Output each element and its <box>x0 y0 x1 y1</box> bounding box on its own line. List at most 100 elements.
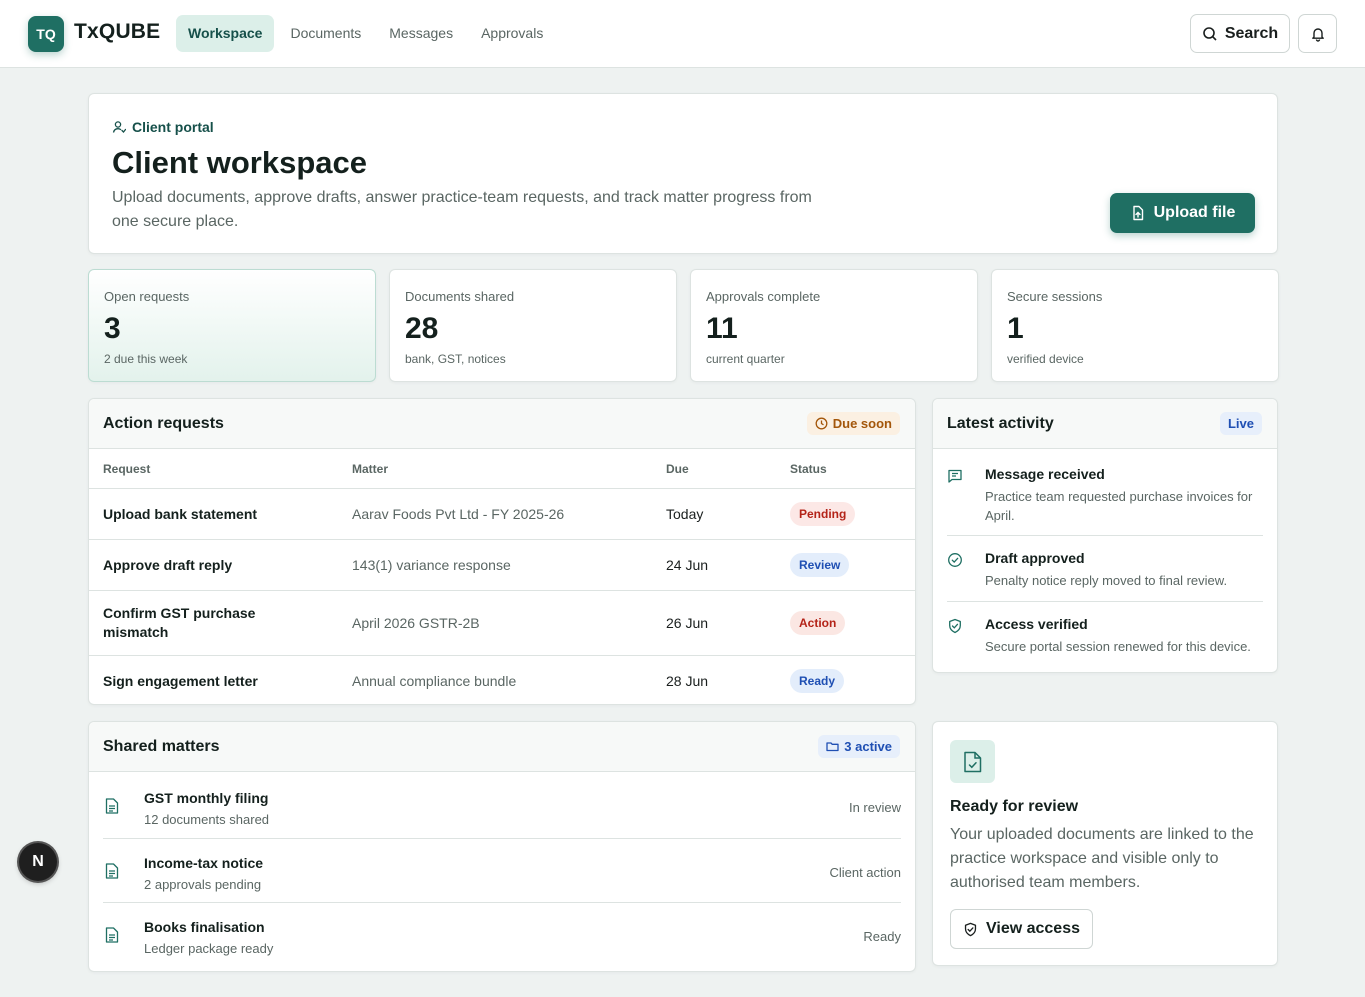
document-icon <box>105 927 119 943</box>
due-date: 26 Jun <box>666 615 709 631</box>
table-row[interactable]: Confirm GST purchase mismatch April 2026… <box>89 590 915 655</box>
activity-desc: Practice team requested purchase invoice… <box>985 489 1253 523</box>
document-icon <box>105 863 119 879</box>
column-header-request[interactable]: Request <box>103 462 150 476</box>
matter-subtitle: Ledger package ready <box>144 941 274 956</box>
upload-icon <box>1130 205 1146 221</box>
status-badge: Pending <box>790 502 856 526</box>
badge-label: Due soon <box>832 416 892 431</box>
activity-title: Message received <box>985 466 1105 482</box>
clock-icon <box>815 417 828 430</box>
due-date: 24 Jun <box>666 557 709 573</box>
matter-subtitle: 12 documents shared <box>144 812 270 827</box>
matter-item[interactable]: Books finalisation Ledger package ready … <box>103 902 901 966</box>
panel-header: Action requests Due soon <box>89 399 915 449</box>
panel-title: Latest activity <box>947 415 1054 432</box>
nav-workspace[interactable]: Workspace <box>176 15 275 52</box>
status-badge: Ready <box>790 669 845 693</box>
search-icon <box>1202 26 1218 42</box>
stat-value: 11 <box>706 312 738 345</box>
stat-documents-shared[interactable]: Documents shared 28 bank, GST, notices <box>389 269 677 382</box>
stat-note: bank, GST, notices <box>405 352 506 366</box>
matter-status: Client action <box>829 865 901 880</box>
activity-item[interactable]: Message received Practice team requested… <box>947 466 1263 523</box>
activity-desc: Penalty notice reply moved to final revi… <box>985 573 1228 588</box>
panel-header: Latest activity Live <box>933 399 1277 449</box>
matter-name: April 2026 GSTR-2B <box>352 615 480 631</box>
nav-approvals[interactable]: Approvals <box>469 15 555 52</box>
document-icon <box>105 798 119 814</box>
table-row[interactable]: Approve draft reply 143(1) variance resp… <box>89 539 915 590</box>
activity-item[interactable]: Draft approved Penalty notice reply move… <box>947 550 1263 588</box>
stat-note: verified device <box>1007 352 1084 366</box>
stat-note: current quarter <box>706 352 785 366</box>
shield-check-icon <box>947 618 963 634</box>
matter-subtitle: 2 approvals pending <box>144 877 262 892</box>
active-count-badge: 3 active <box>818 735 900 758</box>
activity-desc: Secure portal session renewed for this d… <box>985 639 1251 654</box>
column-header-status[interactable]: Status <box>790 462 827 476</box>
action-requests-panel: Action requests Due soon Request Matter … <box>88 398 916 705</box>
stat-value: 28 <box>405 312 439 345</box>
live-badge: Live <box>1219 412 1262 435</box>
view-access-button[interactable]: View access <box>950 909 1093 949</box>
activity-title: Access verified <box>985 616 1088 632</box>
request-name: Confirm GST purchase mismatch <box>103 605 256 640</box>
notifications-button[interactable] <box>1298 14 1337 53</box>
stat-label: Open requests <box>104 289 190 304</box>
review-title: Ready for review <box>950 798 1079 815</box>
request-name: Sign engagement letter <box>103 673 258 689</box>
page-title: Client workspace <box>112 145 367 180</box>
search-label: Search <box>1224 24 1279 42</box>
request-name: Upload bank statement <box>103 506 258 522</box>
review-description: Your uploaded documents are linked to th… <box>950 826 1254 891</box>
due-soon-badge: Due soon <box>806 412 900 435</box>
stat-secure-sessions[interactable]: Secure sessions 1 verified device <box>991 269 1279 382</box>
message-icon <box>947 468 963 484</box>
nav-documents[interactable]: Documents <box>278 15 373 52</box>
hero-card: Client portal Client workspace Upload do… <box>88 93 1278 254</box>
folder-icon <box>826 740 839 753</box>
stat-value: 1 <box>1007 312 1024 345</box>
logo-badge[interactable]: TQ <box>28 16 64 52</box>
user-icon <box>112 120 126 134</box>
bell-icon <box>1310 26 1326 42</box>
view-access-label: View access <box>985 920 1080 937</box>
matter-name: Aarav Foods Pvt Ltd - FY 2025-26 <box>352 506 565 522</box>
matter-title: GST monthly filing <box>144 790 269 806</box>
matter-name: 143(1) variance response <box>352 557 511 573</box>
stat-value: 3 <box>104 312 121 345</box>
table-row[interactable]: Sign engagement letter Annual compliance… <box>89 655 915 706</box>
stat-label: Documents shared <box>405 289 515 304</box>
status-badge: Action <box>790 611 846 635</box>
ready-for-review-card: Ready for review Your uploaded documents… <box>932 721 1278 966</box>
badge-label: 3 active <box>844 739 892 754</box>
file-check-icon <box>950 740 995 783</box>
eyebrow: Client portal <box>112 119 214 135</box>
panel-header: Shared matters 3 active <box>89 722 915 772</box>
stat-open-requests[interactable]: Open requests 3 2 due this week <box>88 269 376 382</box>
nav-messages[interactable]: Messages <box>377 15 465 52</box>
brand-name[interactable]: TxQUBE <box>74 20 160 44</box>
activity-item[interactable]: Access verified Secure portal session re… <box>947 616 1263 654</box>
column-header-due[interactable]: Due <box>666 462 689 476</box>
matter-item[interactable]: Income-tax notice 2 approvals pending Cl… <box>103 838 901 902</box>
upload-file-button[interactable]: Upload file <box>1110 193 1255 233</box>
shield-check-icon <box>963 922 978 937</box>
search-button[interactable]: Search <box>1190 14 1290 53</box>
dev-tools-badge[interactable]: N <box>19 843 57 881</box>
panel-title: Action requests <box>103 415 224 432</box>
due-date: Today <box>666 506 704 522</box>
table-row[interactable]: Upload bank statement Aarav Foods Pvt Lt… <box>89 488 915 539</box>
check-circle-icon <box>947 552 963 568</box>
matter-title: Books finalisation <box>144 919 265 935</box>
panel-title: Shared matters <box>103 738 220 755</box>
matter-title: Income-tax notice <box>144 855 264 871</box>
page-description: Upload documents, approve drafts, answer… <box>112 189 812 230</box>
column-header-matter[interactable]: Matter <box>352 462 388 476</box>
matter-item[interactable]: GST monthly filing 12 documents shared I… <box>103 774 901 838</box>
matter-name: Annual compliance bundle <box>352 673 517 689</box>
stat-approvals-complete[interactable]: Approvals complete 11 current quarter <box>690 269 978 382</box>
request-name: Approve draft reply <box>103 557 233 573</box>
stat-label: Secure sessions <box>1007 289 1103 304</box>
